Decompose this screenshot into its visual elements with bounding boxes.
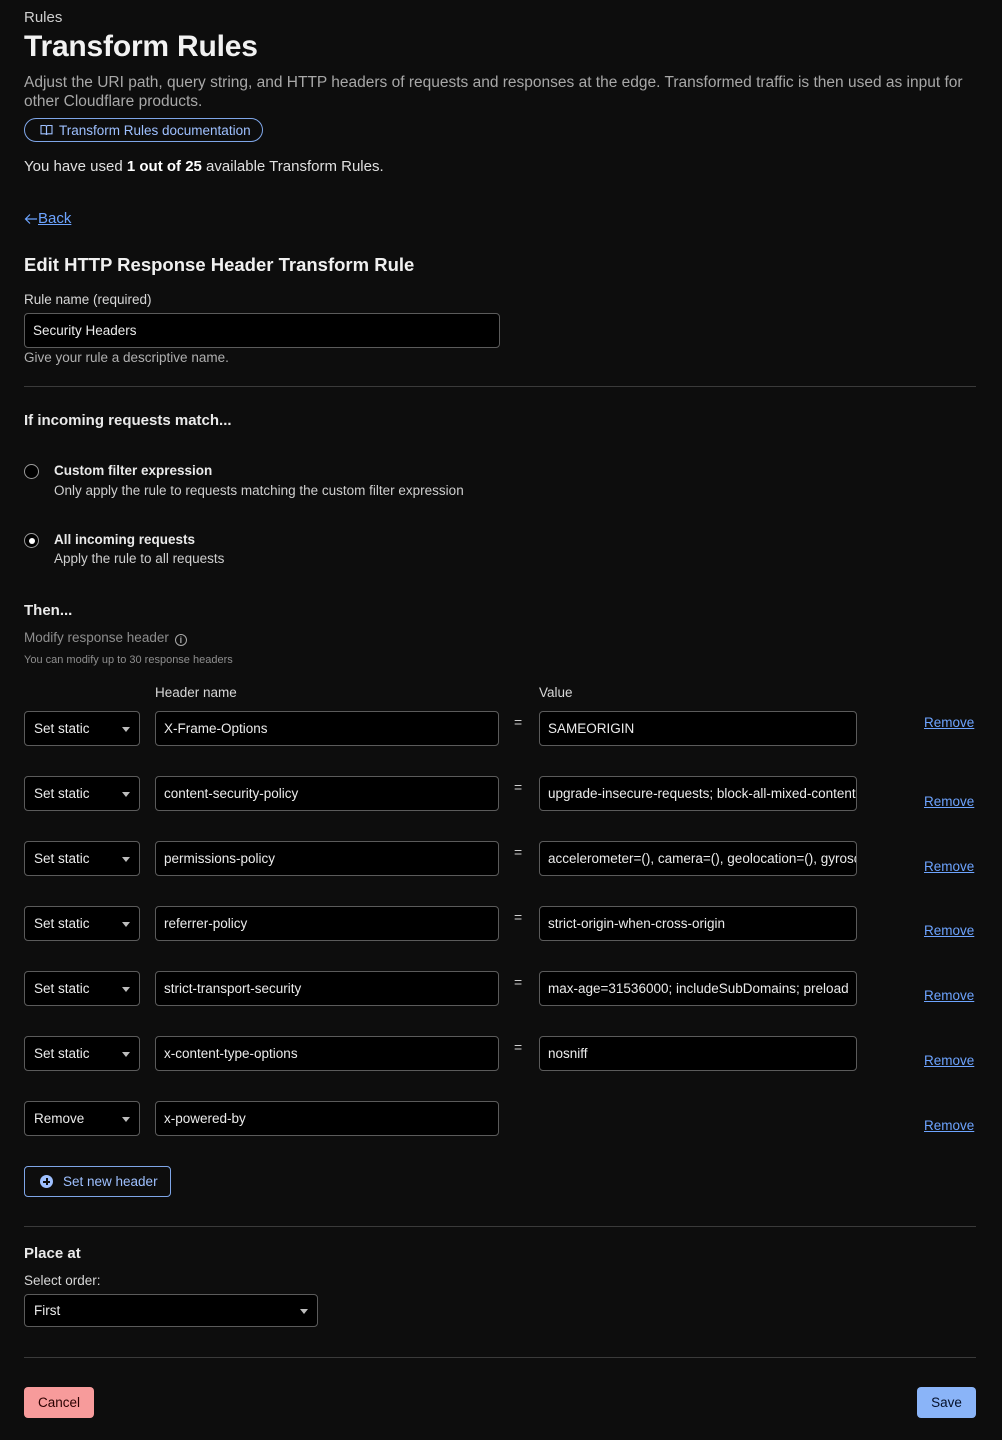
remove-row-link[interactable]: Remove xyxy=(924,1053,974,1068)
remove-row-link[interactable]: Remove xyxy=(924,1118,974,1133)
operation-select[interactable]: Set static xyxy=(24,971,140,1006)
header-value-input[interactable]: upgrade-insecure-requests; block-all-mix… xyxy=(539,776,857,811)
header-value-input[interactable]: strict-origin-when-cross-origin xyxy=(539,906,857,941)
divider xyxy=(24,1226,976,1227)
set-new-header-button[interactable]: Set new header xyxy=(24,1166,171,1197)
back-link[interactable]: Back xyxy=(24,210,71,227)
header-name-input[interactable]: strict-transport-security xyxy=(155,971,499,1006)
caret-down-icon xyxy=(122,726,130,732)
radio-custom-filter[interactable] xyxy=(24,464,39,479)
radio-custom-filter-title: Custom filter expression xyxy=(54,463,213,478)
remove-row-link[interactable]: Remove xyxy=(924,794,974,809)
book-icon xyxy=(40,124,53,136)
rule-name-label: Rule name (required) xyxy=(24,292,152,307)
equals-sign: = xyxy=(514,779,523,795)
header-value-input[interactable]: nosniff xyxy=(539,1036,857,1071)
operation-select[interactable]: Set static xyxy=(24,776,140,811)
place-heading: Place at xyxy=(24,1245,81,1262)
modify-response-header-label: Modify response header i xyxy=(24,630,187,646)
operation-select[interactable]: Set static xyxy=(24,711,140,746)
page-title: Transform Rules xyxy=(24,30,258,63)
equals-sign: = xyxy=(514,974,523,990)
breadcrumb: Rules xyxy=(24,9,63,26)
radio-all-requests[interactable] xyxy=(24,533,39,548)
usage-text: You have used 1 out of 25 available Tran… xyxy=(24,158,384,175)
documentation-link[interactable]: Transform Rules documentation xyxy=(24,118,263,142)
operation-select[interactable]: Set static xyxy=(24,906,140,941)
header-name-input[interactable]: referrer-policy xyxy=(155,906,499,941)
caret-down-icon xyxy=(122,921,130,927)
set-new-header-label: Set new header xyxy=(63,1174,158,1189)
radio-custom-filter-subtitle: Only apply the rule to requests matching… xyxy=(54,483,464,498)
plus-circle-icon xyxy=(40,1175,53,1188)
header-value-input[interactable]: SAMEORIGIN xyxy=(539,711,857,746)
caret-down-icon xyxy=(122,856,130,862)
match-heading: If incoming requests match... xyxy=(24,412,232,429)
caret-down-icon xyxy=(300,1308,308,1314)
equals-sign: = xyxy=(514,1039,523,1055)
equals-sign: = xyxy=(514,714,523,730)
then-heading: Then... xyxy=(24,602,73,619)
value-column-label: Value xyxy=(539,685,573,700)
caret-down-icon xyxy=(122,1051,130,1057)
rule-name-help: Give your rule a descriptive name. xyxy=(24,350,229,365)
form-heading: Edit HTTP Response Header Transform Rule xyxy=(24,254,415,275)
equals-sign: = xyxy=(514,909,523,925)
remove-row-link[interactable]: Remove xyxy=(924,988,974,1003)
operation-select[interactable]: Set static xyxy=(24,1036,140,1071)
back-label: Back xyxy=(38,210,72,227)
order-select[interactable]: First xyxy=(24,1294,318,1327)
modify-help: You can modify up to 30 response headers xyxy=(24,654,233,666)
arrow-left-icon xyxy=(24,213,37,224)
header-name-column-label: Header name xyxy=(155,685,237,700)
rule-name-input[interactable]: Security Headers xyxy=(24,313,500,348)
info-icon[interactable]: i xyxy=(174,634,187,646)
operation-select[interactable]: Set static xyxy=(24,841,140,876)
caret-down-icon xyxy=(122,986,130,992)
cancel-button[interactable]: Cancel xyxy=(24,1387,94,1418)
header-name-input[interactable]: X-Frame-Options xyxy=(155,711,499,746)
radio-all-requests-title: All incoming requests xyxy=(54,532,196,547)
page-description: Adjust the URI path, query string, and H… xyxy=(24,74,963,110)
header-name-input[interactable]: content-security-policy xyxy=(155,776,499,811)
documentation-link-label: Transform Rules documentation xyxy=(59,122,251,138)
equals-sign: = xyxy=(514,844,523,860)
caret-down-icon xyxy=(122,791,130,797)
operation-select[interactable]: Remove xyxy=(24,1101,140,1136)
header-name-input[interactable]: x-powered-by xyxy=(155,1101,499,1136)
radio-all-requests-subtitle: Apply the rule to all requests xyxy=(54,551,225,566)
header-name-input[interactable]: x-content-type-options xyxy=(155,1036,499,1071)
header-value-input[interactable]: accelerometer=(), camera=(), geolocation… xyxy=(539,841,857,876)
header-value-input[interactable]: max-age=31536000; includeSubDomains; pre… xyxy=(539,971,857,1006)
remove-row-link[interactable]: Remove xyxy=(924,859,974,874)
order-label: Select order: xyxy=(24,1273,101,1288)
header-name-input[interactable]: permissions-policy xyxy=(155,841,499,876)
remove-row-link[interactable]: Remove xyxy=(924,923,974,938)
usage-count: 1 out of 25 xyxy=(126,158,202,175)
divider xyxy=(24,386,976,387)
divider xyxy=(24,1357,976,1358)
save-button[interactable]: Save xyxy=(917,1387,976,1418)
caret-down-icon xyxy=(122,1116,130,1122)
remove-row-link[interactable]: Remove xyxy=(924,715,974,730)
